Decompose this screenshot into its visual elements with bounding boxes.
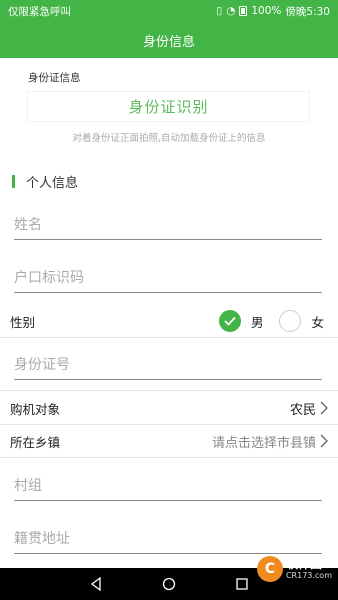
status-carrier-text: 仅限紧急呼叫 xyxy=(8,5,71,18)
hukou-input[interactable] xyxy=(14,269,322,286)
buyer-type-label: 购机对象 xyxy=(10,401,61,417)
id-card-section-title: 身份证信息 xyxy=(28,72,81,84)
town-value[interactable]: 请点击选择市县镇 xyxy=(212,432,330,451)
hukou-field[interactable] xyxy=(14,263,322,293)
watermark-sub: CR173.com xyxy=(285,571,332,581)
home-icon[interactable] xyxy=(162,577,176,591)
battery-icon xyxy=(239,6,248,16)
town-label: 所在乡镇 xyxy=(10,434,61,450)
wifi-icon: ◔ xyxy=(226,5,236,17)
buyer-type-value[interactable]: 农民 xyxy=(290,399,330,418)
gender-row: 性别 男 女 xyxy=(0,305,338,337)
watermark-name: 软件园 xyxy=(285,556,322,571)
name-input[interactable] xyxy=(14,216,322,233)
gender-female-label[interactable]: 女 xyxy=(311,312,324,331)
battery-percent: 100% xyxy=(251,5,282,17)
vibrate-icon: ▯ xyxy=(216,5,223,17)
chevron-right-icon xyxy=(320,434,328,448)
gender-label: 性别 xyxy=(10,314,36,330)
personal-info-title: 个人信息 xyxy=(26,176,79,191)
gender-female-radio[interactable] xyxy=(279,310,302,332)
title-bar: 身份信息 xyxy=(0,22,338,58)
village-input[interactable] xyxy=(14,477,322,494)
chevron-right-icon xyxy=(320,401,328,415)
id-card-hint: 对着身份证正面拍照,自动加载身份证上的信息 xyxy=(72,133,266,144)
village-field[interactable] xyxy=(14,471,322,501)
gender-radio-group: 男 女 xyxy=(218,310,324,332)
status-right: ▯ ◔ 100% 傍晚5:30 xyxy=(216,4,330,19)
address-input[interactable] xyxy=(14,530,322,547)
divider xyxy=(0,457,338,458)
watermark: C 软件园 CR173.com xyxy=(256,556,332,582)
status-bar: 仅限紧急呼叫 ▯ ◔ 100% 傍晚5:30 xyxy=(0,0,338,22)
watermark-text-block: 软件园 CR173.com xyxy=(285,556,332,581)
town-row[interactable]: 所在乡镇 请点击选择市县镇 xyxy=(0,425,338,457)
name-field[interactable] xyxy=(14,210,322,240)
page-title: 身份信息 xyxy=(142,34,195,50)
id-number-input[interactable] xyxy=(14,356,322,373)
personal-info-header: 个人信息 xyxy=(12,172,78,191)
buyer-type-selected: 农民 xyxy=(289,402,316,418)
section-accent-bar xyxy=(12,175,15,188)
divider xyxy=(0,337,338,338)
watermark-logo: C xyxy=(256,556,283,582)
checkmark-icon xyxy=(224,316,236,326)
divider xyxy=(0,390,338,391)
gender-male-label[interactable]: 男 xyxy=(251,312,264,331)
id-number-field[interactable] xyxy=(14,350,322,380)
town-placeholder: 请点击选择市县镇 xyxy=(211,435,316,451)
address-field[interactable] xyxy=(14,524,322,554)
status-time: 傍晚5:30 xyxy=(285,5,330,18)
id-card-recognize-button[interactable]: 身份证识别 xyxy=(27,91,310,122)
back-icon[interactable] xyxy=(89,577,103,591)
buyer-type-row[interactable]: 购机对象 农民 xyxy=(0,392,338,424)
gender-male-radio[interactable] xyxy=(218,310,241,332)
recents-icon[interactable] xyxy=(235,577,249,591)
